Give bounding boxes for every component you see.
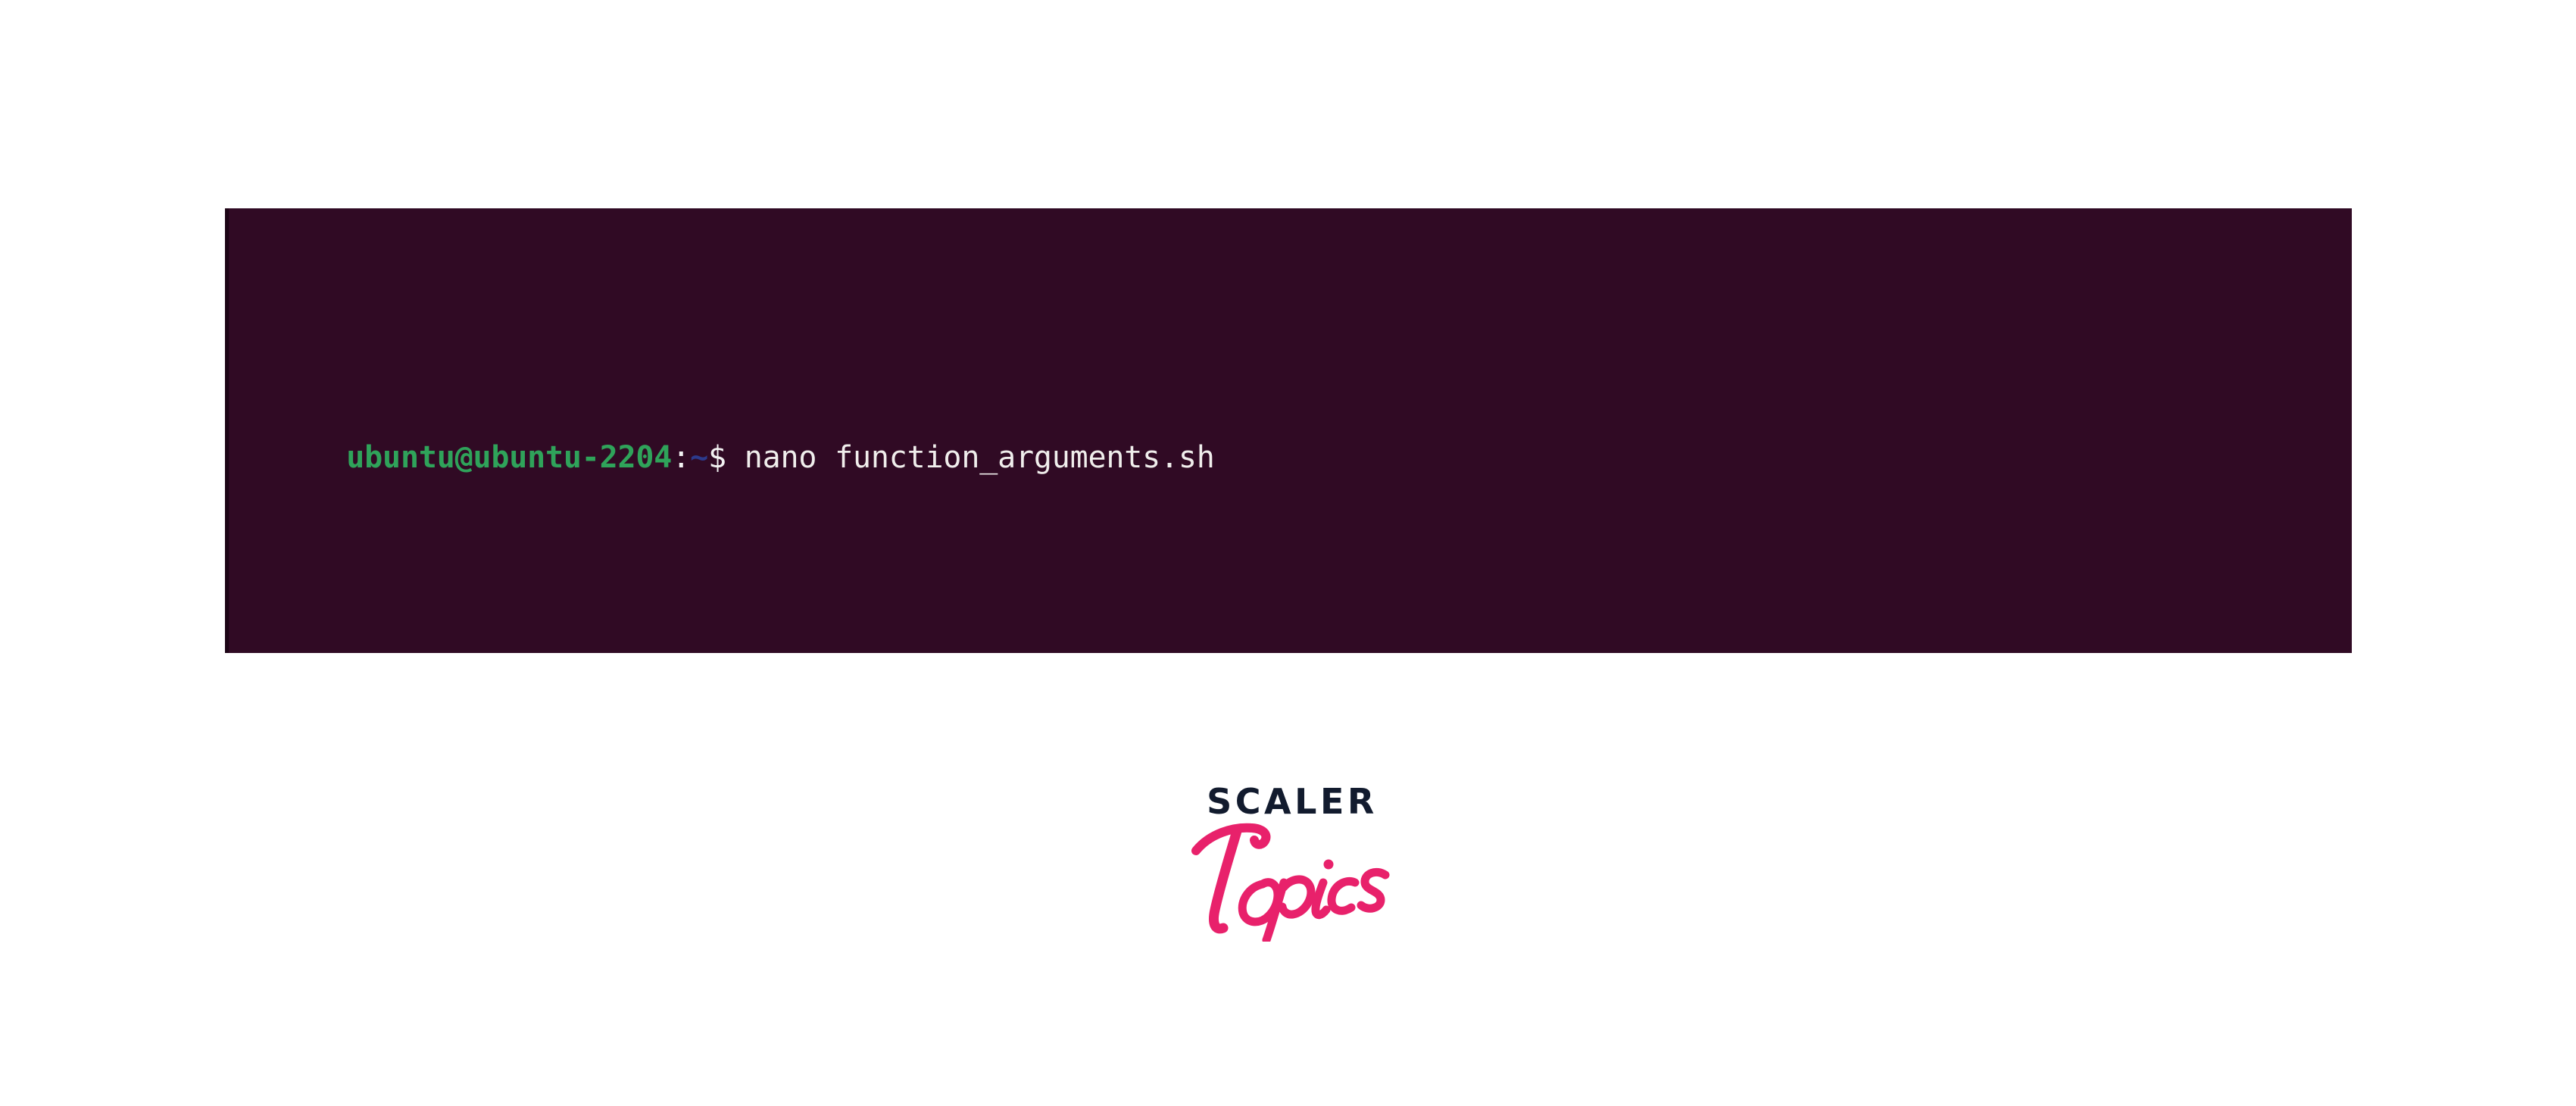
- prompt-dollar: $: [707, 440, 745, 475]
- terminal-line: ubuntu@ubuntu-2204:~$ nano function_argu…: [238, 378, 2352, 475]
- logo-script-wrap: [1179, 820, 1406, 942]
- prompt-path: ~: [690, 440, 708, 475]
- terminal-output-area[interactable]: ubuntu@ubuntu-2204:~$ nano function_argu…: [229, 208, 2352, 653]
- prompt-colon: :: [672, 652, 690, 653]
- logo-topics-script-icon: [1191, 823, 1390, 942]
- prompt-dollar: $: [708, 652, 745, 653]
- prompt-user-host: ubuntu@ubuntu-2204: [346, 652, 672, 653]
- logo-wordmark: SCALER: [1207, 781, 1378, 822]
- terminal-command: nano function_arguments.sh: [744, 440, 1215, 475]
- scaler-topics-logo: SCALER: [1179, 784, 1406, 958]
- terminal-command: chmod +x function_arguments.sh: [745, 652, 1288, 653]
- terminal-window[interactable]: ubuntu@ubuntu-2204:~$ nano function_argu…: [225, 208, 2352, 653]
- prompt-user-host: ubuntu@ubuntu-2204: [346, 440, 673, 475]
- prompt-path: ~: [690, 652, 708, 653]
- terminal-line: ubuntu@ubuntu-2204:~$ chmod +x function_…: [238, 590, 2352, 653]
- prompt-colon: :: [672, 440, 691, 475]
